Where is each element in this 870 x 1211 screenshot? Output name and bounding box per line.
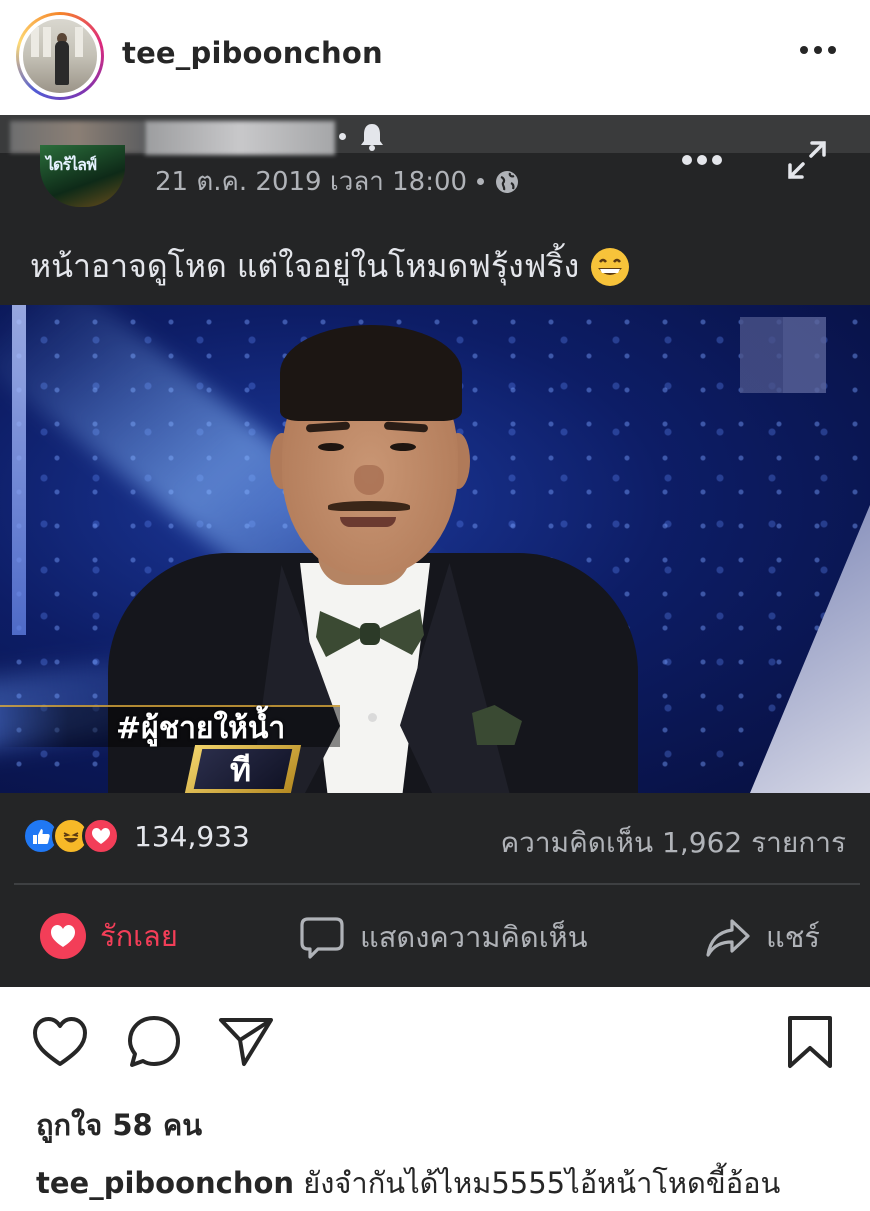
love-button[interactable]: รักเลย — [40, 913, 178, 959]
separator-dot — [339, 133, 346, 140]
fb-post-meta: 21 ต.ค. 2019 เวลา 18:00 — [155, 161, 520, 202]
man-hair — [280, 325, 462, 421]
avatar-image — [19, 15, 101, 97]
expand-icon[interactable] — [786, 139, 828, 181]
bookmark-icon[interactable] — [780, 1012, 840, 1072]
pixelated-watermark — [740, 317, 826, 393]
ig-action-bar — [0, 1012, 870, 1076]
avatar-window — [75, 27, 83, 57]
share-button-label: แชร์ — [766, 920, 820, 954]
comment-bubble-icon — [300, 917, 344, 959]
share-arrow-icon — [706, 919, 750, 957]
photo-tag-text: ที — [230, 751, 252, 789]
post-username[interactable]: tee_piboonchon — [122, 36, 383, 70]
comment-button[interactable]: แสดงความคิดเห็น — [298, 913, 588, 961]
facebook-screenshot: ไดร้ไลฟ์ 21 ต.ค. 2019 เวลา 18:00 หน้าอาจ… — [0, 115, 870, 987]
fb-page-logo-text: ไดร้ไลฟ์ — [46, 155, 97, 174]
love-button-label: รักเลย — [100, 919, 178, 953]
fb-post-caption: หน้าอาจดูโหด แต่ใจอยู่ในโหมดฟรุ้งฟริ้ง — [30, 241, 631, 292]
love-reaction-icon — [82, 817, 120, 855]
separator-dot — [477, 178, 485, 185]
reactions-count: 134,933 — [134, 819, 250, 853]
comment-icon[interactable] — [124, 1012, 184, 1072]
man-mustache — [328, 501, 410, 511]
bowtie — [316, 609, 424, 657]
shirt-stud — [368, 713, 377, 722]
share-button[interactable]: แชร์ — [704, 913, 820, 961]
comment-button-label: แสดงความคิดเห็น — [360, 920, 588, 954]
more-horizontal-icon[interactable] — [800, 40, 836, 60]
heart-icon — [40, 913, 86, 959]
fb-page-logo: ไดร้ไลฟ์ — [40, 145, 125, 207]
man-eye — [318, 443, 344, 451]
globe-icon — [496, 170, 519, 193]
post-caption: tee_piboonchon ยังจำกันได้ไหม5555ไอ้หน้า… — [36, 1160, 780, 1206]
avatar-window — [31, 27, 39, 57]
fb-post-date: 21 ต.ค. 2019 เวลา 18:00 — [155, 167, 468, 197]
avatar-window — [43, 27, 51, 57]
fb-reactions[interactable]: 134,933 — [22, 817, 250, 855]
likes-count[interactable]: ถูกใจ 58 คน — [36, 1102, 202, 1148]
post-header: tee_piboonchon — [0, 0, 870, 115]
fb-action-bar: รักเลย แสดงความคิดเห็น แชร์ — [0, 905, 870, 967]
blurred-page-name — [145, 121, 335, 155]
fb-post-photo[interactable]: #ผู้ชายให้น้ำ ที — [0, 305, 870, 793]
fb-more-icon[interactable] — [682, 155, 722, 167]
man-eye — [390, 443, 416, 451]
avatar[interactable] — [16, 12, 104, 100]
avatar-figure — [55, 41, 69, 85]
comments-count[interactable]: ความคิดเห็น 1,962 รายการ — [500, 821, 846, 865]
send-icon[interactable] — [216, 1012, 276, 1072]
grinning-emoji-icon — [591, 247, 630, 286]
heart-icon[interactable] — [30, 1012, 90, 1072]
stage-light-bar — [12, 305, 26, 635]
caption-text: ยังจำกันได้ไหม5555ไอ้หน้าโหดขี้อ้อน — [294, 1166, 781, 1200]
caption-username[interactable]: tee_piboonchon — [36, 1166, 294, 1200]
bell-icon — [361, 124, 383, 151]
man-nose — [354, 465, 384, 495]
divider — [14, 883, 860, 885]
fb-caption-text: หน้าอาจดูโหด แต่ใจอยู่ในโหมดฟรุ้งฟริ้ง — [30, 247, 580, 285]
man-mouth — [340, 517, 396, 527]
